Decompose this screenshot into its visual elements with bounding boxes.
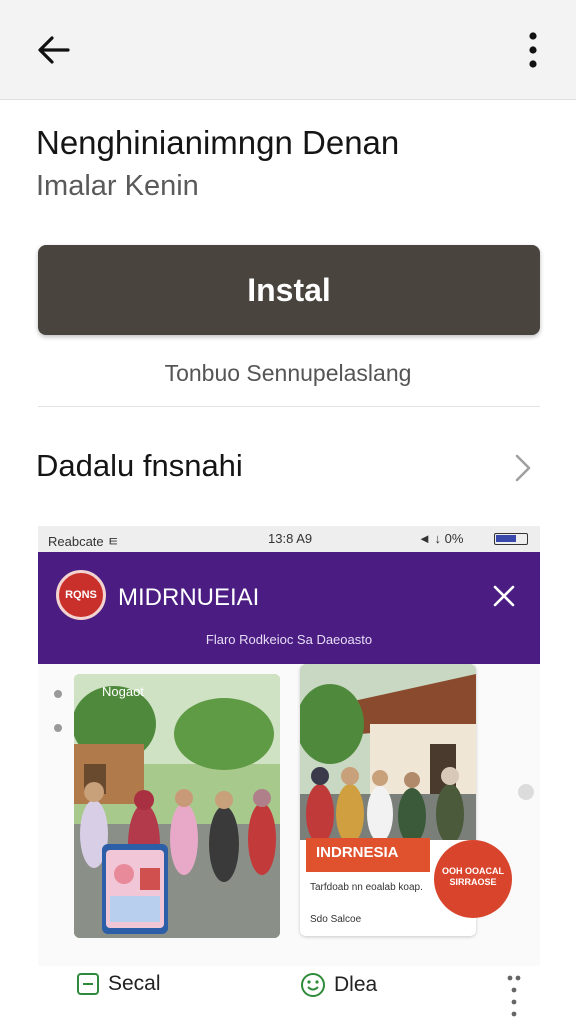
- banner-app-name: MIDRNUEIAI: [118, 584, 260, 611]
- chevron-right-icon[interactable]: [508, 450, 538, 486]
- install-button[interactable]: Instal: [38, 245, 540, 335]
- arrow-back-icon[interactable]: [34, 30, 74, 70]
- top-app-bar: [0, 0, 576, 100]
- app-subtitle: Imalar Kenin: [36, 170, 199, 202]
- gallery-dot: [54, 690, 62, 698]
- app-screenshot-preview[interactable]: Reabcate ㅌ 13:8 A9 ◄ ↓ 0% RQNS MIDRNUEIA…: [38, 526, 540, 966]
- divider: [38, 406, 540, 407]
- status-time: 13:8 A9: [268, 531, 313, 546]
- status-left: Reabcate ㅌ: [48, 534, 120, 549]
- more-vert-icon[interactable]: [506, 970, 522, 1020]
- gallery-dot: [518, 784, 534, 800]
- secal-tab[interactable]: Secal: [76, 972, 161, 996]
- status-right: ◄ ↓ 0%: [418, 531, 464, 546]
- square-minus-icon: [77, 973, 99, 995]
- village-photo-image: [300, 664, 476, 840]
- bottom-actions: Secal Dlea: [0, 966, 576, 1024]
- promo-title: INDRNESIA: [306, 838, 430, 872]
- gallery-dot: [54, 724, 62, 732]
- brand-logo: RQNS: [56, 570, 106, 620]
- secal-label: Secal: [108, 972, 161, 995]
- close-icon[interactable]: [490, 582, 518, 610]
- promo-footer: Sdo Salcoe: [310, 914, 362, 925]
- app-title: Nenghinianimngn Denan: [36, 124, 400, 161]
- section-title: Dadalu fnsnahi: [36, 448, 243, 483]
- market-photo-image: [74, 674, 280, 938]
- status-bar: Reabcate ㅌ 13:8 A9 ◄ ↓ 0%: [38, 526, 540, 552]
- battery-icon: [494, 533, 528, 545]
- screenshot-gallery: Nogaot INDRNESIA Tarfdoab nn eoalab koap…: [38, 664, 540, 966]
- promo-badge: OOH OOACAL SIRRAOSE: [434, 840, 512, 918]
- promo-subtitle: Tarfdoab nn eoalab koap.: [310, 882, 423, 893]
- card-caption: Nogaot: [102, 684, 144, 699]
- install-note: Tonbuo Sennupelaslang: [164, 360, 412, 386]
- app-banner: RQNS MIDRNUEIAI Flaro Rodkeioc Sa Daeoas…: [38, 552, 540, 664]
- more-vert-icon[interactable]: [520, 30, 546, 70]
- smiley-icon: [301, 973, 325, 997]
- banner-tagline: Flaro Rodkeioc Sa Daeoasto: [205, 632, 373, 647]
- dlea-label: Dlea: [334, 973, 378, 996]
- dlea-tab[interactable]: Dlea: [300, 972, 377, 998]
- gallery-photo-market[interactable]: Nogaot: [74, 674, 280, 938]
